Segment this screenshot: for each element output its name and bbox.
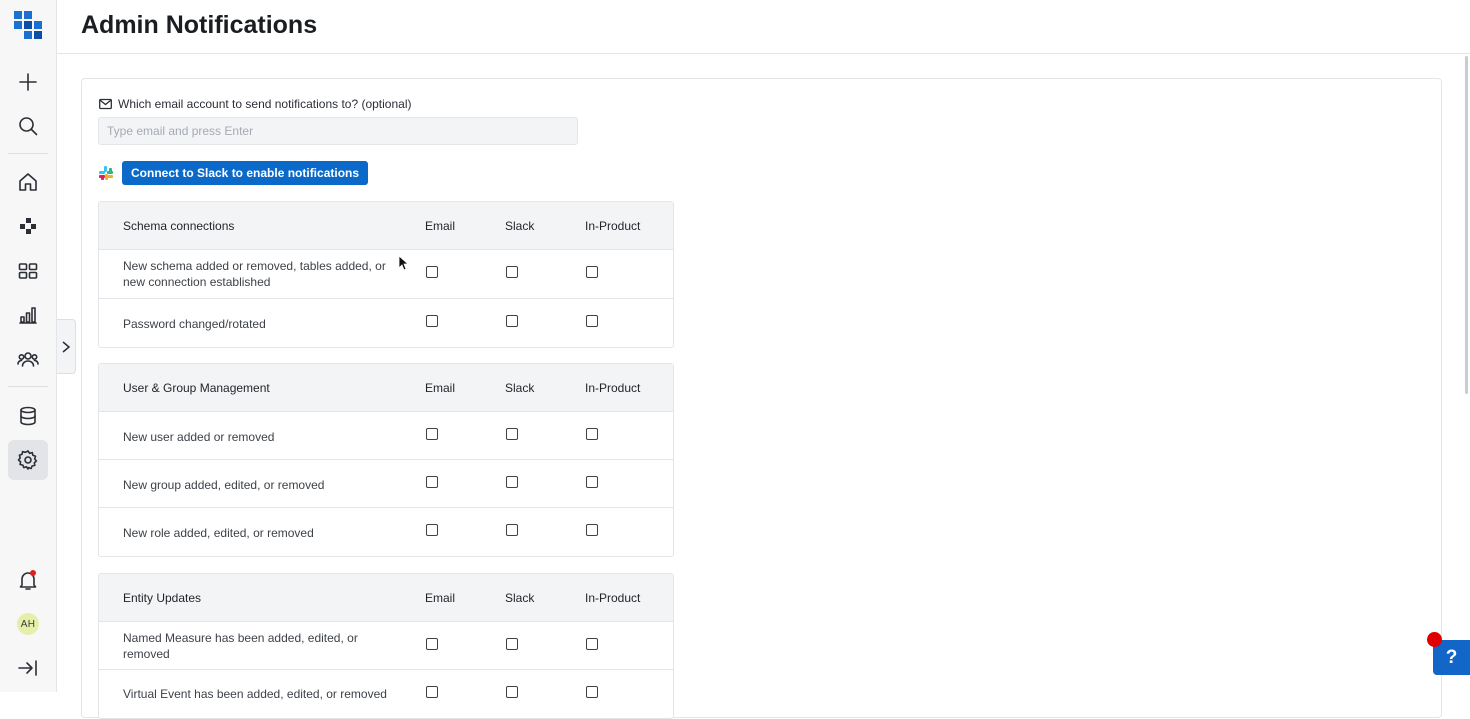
logo-icon xyxy=(14,11,42,39)
column-header-in-product: In-Product xyxy=(585,591,641,605)
section-header: Schema connections Email Slack In-Produc… xyxy=(99,202,673,250)
section-header: User & Group Management Email Slack In-P… xyxy=(99,364,673,412)
rail-divider xyxy=(8,386,48,387)
row-label: New schema added or removed, tables adde… xyxy=(123,259,386,289)
email-checkbox[interactable] xyxy=(426,476,438,488)
email-input[interactable] xyxy=(98,117,578,145)
section-title: User & Group Management xyxy=(123,381,270,395)
column-header-slack: Slack xyxy=(505,219,535,233)
section-header: Entity Updates Email Slack In-Product xyxy=(99,574,673,622)
sidebar-item-settings[interactable] xyxy=(8,440,48,480)
column-header-slack: Slack xyxy=(505,381,535,395)
table-row: New group added, edited, or removed xyxy=(99,460,673,508)
slack-checkbox[interactable] xyxy=(506,266,518,278)
table-row: Named Measure has been added, edited, or… xyxy=(99,622,673,670)
mouse-cursor-icon xyxy=(398,255,408,271)
section-user-group-management: User & Group Management Email Slack In-P… xyxy=(98,363,674,557)
column-header-email: Email xyxy=(425,591,456,605)
mail-icon xyxy=(99,98,112,110)
table-row: Password changed/rotated xyxy=(99,299,673,347)
grid-icon xyxy=(18,263,38,279)
section-schema-connections: Schema connections Email Slack In-Produc… xyxy=(98,201,674,348)
in-product-checkbox[interactable] xyxy=(586,266,598,278)
email-checkbox[interactable] xyxy=(426,524,438,536)
page-scrollbar[interactable] xyxy=(1465,56,1468,394)
email-checkbox[interactable] xyxy=(426,315,438,327)
page-header: Admin Notifications xyxy=(57,0,1470,54)
rail-divider xyxy=(8,153,48,154)
in-product-checkbox[interactable] xyxy=(586,686,598,698)
left-nav-rail: AH xyxy=(0,0,57,692)
slack-logo-icon xyxy=(99,166,113,180)
column-header-in-product: In-Product xyxy=(585,381,641,395)
email-checkbox[interactable] xyxy=(426,428,438,440)
expand-panel-button[interactable] xyxy=(57,319,76,374)
row-label: New user added or removed xyxy=(123,430,275,444)
in-product-checkbox[interactable] xyxy=(586,476,598,488)
sidebar-item-search[interactable] xyxy=(8,106,48,146)
search-icon xyxy=(19,117,38,136)
slack-checkbox[interactable] xyxy=(506,428,518,440)
sidebar-item-data[interactable] xyxy=(8,396,48,436)
bar-chart-icon xyxy=(19,307,37,324)
table-row: Virtual Event has been added, edited, or… xyxy=(99,670,673,718)
column-header-email: Email xyxy=(425,381,456,395)
notification-dot xyxy=(30,570,36,576)
email-checkbox[interactable] xyxy=(426,638,438,650)
sidebar-item-home[interactable] xyxy=(8,162,48,202)
avatar[interactable]: AH xyxy=(17,613,39,635)
table-row: New role added, edited, or removed xyxy=(99,508,673,556)
chevron-right-icon xyxy=(62,340,71,353)
gear-icon xyxy=(17,450,38,470)
in-product-checkbox[interactable] xyxy=(586,428,598,440)
column-header-email: Email xyxy=(425,219,456,233)
table-row: New user added or removed xyxy=(99,412,673,460)
email-checkbox[interactable] xyxy=(426,686,438,698)
database-icon xyxy=(20,406,36,426)
sidebar-item-analytics[interactable] xyxy=(8,295,48,335)
slack-checkbox[interactable] xyxy=(506,638,518,650)
puzzle-icon xyxy=(20,218,36,234)
in-product-checkbox[interactable] xyxy=(586,315,598,327)
row-label: Virtual Event has been added, edited, or… xyxy=(123,687,387,701)
sidebar-item-new[interactable] xyxy=(8,62,48,102)
sidebar-item-users[interactable] xyxy=(8,339,48,379)
in-product-checkbox[interactable] xyxy=(586,524,598,536)
connect-slack-button[interactable]: Connect to Slack to enable notifications xyxy=(122,161,369,185)
column-header-slack: Slack xyxy=(505,591,535,605)
help-alert-dot xyxy=(1427,632,1442,647)
table-row: New schema added or removed, tables adde… xyxy=(99,250,673,299)
question-icon: ? xyxy=(1445,646,1458,668)
section-entity-updates: Entity Updates Email Slack In-Product Na… xyxy=(98,573,674,719)
section-title: Entity Updates xyxy=(123,591,202,605)
email-label-text: Which email account to send notification… xyxy=(118,97,412,111)
sidebar-item-expand[interactable] xyxy=(8,648,48,688)
column-header-in-product: In-Product xyxy=(585,219,641,233)
sidebar-item-notifications[interactable] xyxy=(8,560,48,600)
email-checkbox[interactable] xyxy=(426,266,438,278)
slack-checkbox[interactable] xyxy=(506,315,518,327)
in-product-checkbox[interactable] xyxy=(586,638,598,650)
expand-icon xyxy=(18,660,37,676)
row-label: Named Measure has been added, edited, or… xyxy=(123,631,358,661)
row-label: New role added, edited, or removed xyxy=(123,526,314,540)
row-label: New group added, edited, or removed xyxy=(123,478,325,492)
slack-checkbox[interactable] xyxy=(506,476,518,488)
slack-checkbox[interactable] xyxy=(506,524,518,536)
section-title: Schema connections xyxy=(123,219,235,233)
page-title: Admin Notifications xyxy=(81,11,318,39)
row-label: Password changed/rotated xyxy=(123,317,266,331)
sidebar-item-dashboards[interactable] xyxy=(8,251,48,291)
home-icon xyxy=(19,173,37,191)
sidebar-item-integrations[interactable] xyxy=(8,206,48,246)
slack-checkbox[interactable] xyxy=(506,686,518,698)
email-field-label: Which email account to send notification… xyxy=(99,97,412,111)
app-logo[interactable] xyxy=(14,11,42,39)
plus-icon xyxy=(19,73,37,91)
users-icon xyxy=(17,352,39,367)
slack-connect-row: Connect to Slack to enable notifications xyxy=(99,161,369,185)
